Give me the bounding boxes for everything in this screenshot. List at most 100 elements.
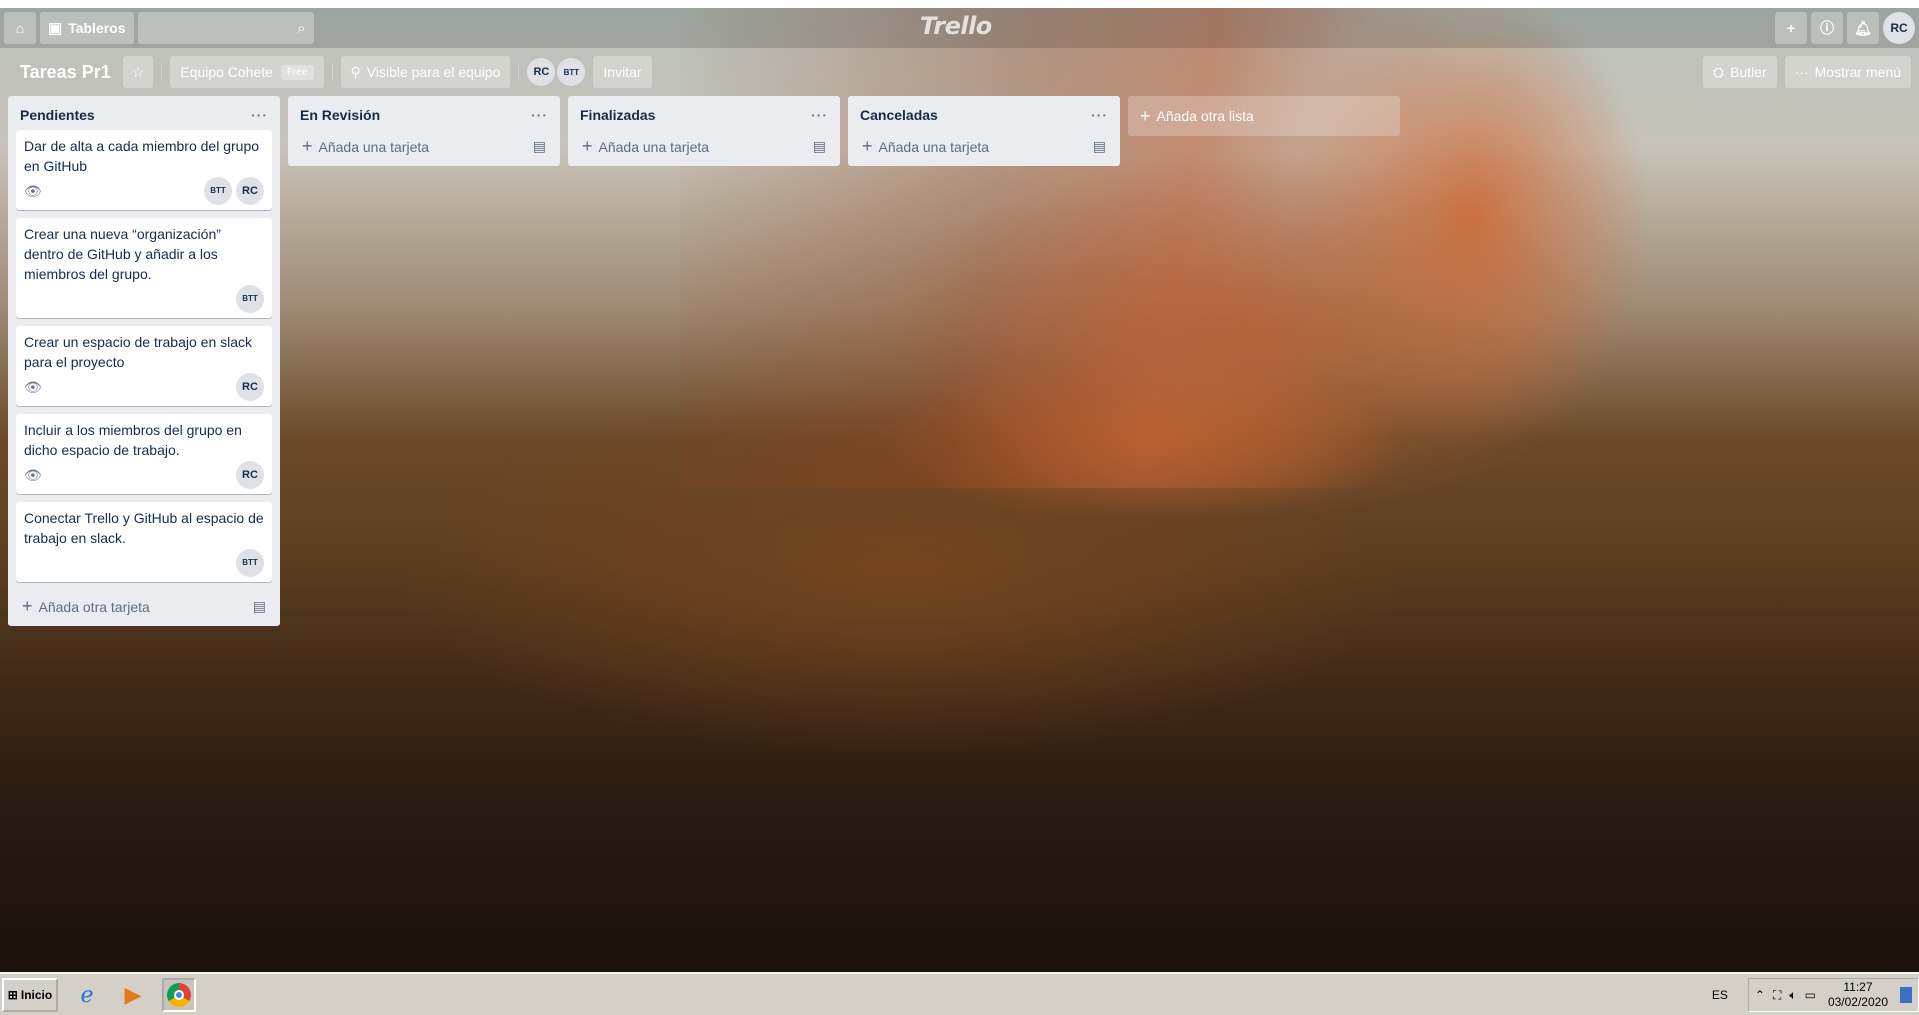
plus-icon: + (302, 135, 313, 156)
clock-time: 11:27 (1843, 980, 1873, 994)
star-icon: ☆ (131, 63, 145, 80)
add-card-button[interactable]: + Añada una tarjeta ▤ (576, 130, 832, 162)
start-label: Inicio (20, 987, 53, 1002)
card-template-icon[interactable]: ▤ (533, 138, 546, 155)
card-title: Crear un espacio de trabajo en slack par… (24, 334, 253, 370)
start-button[interactable]: ⊞ Inicio (2, 977, 58, 1012)
card-member-avatar[interactable]: RC (236, 461, 264, 489)
visibility-label: Visible para el equipo (366, 64, 501, 80)
plus-icon: + (1140, 105, 1151, 126)
os-taskbar: ⊞ Inicio ℯ ▶ ES ⌃ ⛶ 🔈︎ ▭ 11:27 03/02/202… (0, 972, 1919, 1015)
search-icon: ⌕ (297, 19, 306, 37)
home-icon: ⌂ (15, 20, 25, 36)
list-title[interactable]: En Revisión (300, 107, 380, 123)
list-menu-icon[interactable]: ··· (1091, 107, 1108, 123)
divider (331, 64, 333, 80)
add-card-label: Añada una tarjeta (878, 138, 990, 155)
watch-icon: 👁︎ (24, 467, 42, 483)
list-menu-icon[interactable]: ··· (531, 107, 548, 123)
list-finalizadas: Finalizadas ··· + Añada una tarjeta ▤ (568, 96, 840, 166)
add-card-button[interactable]: + Añada otra tarjeta ▤ (16, 590, 272, 622)
member-avatar-btt[interactable]: BTT (557, 58, 586, 86)
add-list-button[interactable]: + Añada otra lista (1128, 96, 1400, 136)
add-card-button[interactable]: + Añada una tarjeta ▤ (296, 130, 552, 162)
card[interactable]: Dar de alta a cada miembro del grupo en … (16, 130, 272, 210)
user-avatar[interactable]: RC (1883, 12, 1915, 44)
clock[interactable]: 11:27 03/02/2020 (1828, 980, 1888, 1010)
card-member-avatar[interactable]: BTT (236, 549, 264, 577)
card-title: Dar de alta a cada miembro del grupo en … (24, 138, 260, 174)
card[interactable]: Crear una nueva “organización” dentro de… (16, 218, 272, 318)
media-player-icon[interactable]: ▶ (116, 978, 150, 1012)
board-title[interactable]: Tareas Pr1 (20, 62, 111, 83)
window-top-edge (0, 0, 1919, 8)
search-input[interactable]: ⌕ (137, 12, 314, 44)
add-card-button[interactable]: + Añada una tarjeta ▤ (856, 130, 1112, 162)
board-lists: Pendientes ··· Dar de alta a cada miembr… (8, 96, 1400, 626)
system-tray: ES ⌃ ⛶ 🔈︎ ▭ 11:27 03/02/2020 (1712, 976, 1919, 1014)
team-label: Equipo Cohete (180, 64, 273, 80)
plus-icon: + (862, 135, 873, 156)
show-menu-label: Mostrar menú (1814, 64, 1901, 80)
card[interactable]: Incluir a los miembros del grupo en dich… (16, 414, 272, 494)
internet-explorer-icon[interactable]: ℯ (70, 978, 104, 1012)
watch-icon: 👁︎ (24, 379, 42, 395)
card[interactable]: Crear un espacio de trabajo en slack par… (16, 326, 272, 406)
card[interactable]: Conectar Trello y GitHub al espacio de t… (16, 502, 272, 582)
member-avatar-rc[interactable]: RC (527, 58, 556, 86)
visibility-button[interactable]: ⚲ Visible para el equipo (340, 56, 511, 88)
divider (161, 64, 163, 80)
add-card-label: Añada otra tarjeta (38, 598, 150, 615)
plan-badge: Free (280, 64, 314, 80)
plus-icon: + (1786, 20, 1796, 36)
add-card-label: Añada una tarjeta (318, 138, 430, 155)
info-button[interactable]: ⓘ (1811, 12, 1843, 44)
language-indicator[interactable]: ES (1712, 988, 1728, 1002)
plus-icon: + (22, 595, 33, 616)
trello-logo[interactable]: Trello (920, 12, 992, 40)
card-member-avatar[interactable]: RC (236, 177, 264, 205)
chrome-icon[interactable] (162, 977, 196, 1012)
list-title[interactable]: Finalizadas (580, 107, 655, 123)
list-canceladas: Canceladas ··· + Añada una tarjeta ▤ (848, 96, 1120, 166)
tray-expand-icon[interactable]: ⌃ (1755, 988, 1765, 1002)
butler-button[interactable]: ⛭ Butler (1702, 56, 1777, 88)
plus-icon: + (582, 135, 593, 156)
card-member-avatar[interactable]: BTT (204, 177, 232, 205)
butler-icon: ⛭ (1712, 63, 1725, 80)
invite-button[interactable]: Invitar (593, 56, 652, 88)
list-title[interactable]: Pendientes (20, 107, 95, 123)
display-icon[interactable]: ▭ (1805, 988, 1816, 1002)
list-title[interactable]: Canceladas (860, 107, 938, 123)
star-button[interactable]: ☆ (122, 56, 154, 88)
board-header: Tareas Pr1 ☆ Equipo Cohete Free ⚲ Visibl… (0, 52, 1919, 92)
create-button[interactable]: + (1775, 12, 1807, 44)
team-button[interactable]: Equipo Cohete Free (170, 56, 324, 88)
card-member-avatar[interactable]: BTT (236, 285, 264, 313)
info-icon: ⓘ (1820, 20, 1834, 36)
list-menu-icon[interactable]: ··· (251, 107, 268, 123)
volume-icon[interactable]: 🔈︎ (1789, 988, 1796, 1003)
card-template-icon[interactable]: ▤ (813, 138, 826, 155)
bell-icon: 🔔︎ (1854, 19, 1872, 36)
add-list-label: Añada otra lista (1156, 108, 1254, 124)
add-card-label: Añada una tarjeta (598, 138, 710, 155)
boards-label: Tableros (68, 20, 126, 36)
show-menu-button[interactable]: ··· Mostrar menú (1784, 56, 1911, 88)
card-member-avatar[interactable]: RC (236, 373, 264, 401)
network-icon[interactable]: ⛶ (1773, 988, 1781, 1003)
card-template-icon[interactable]: ▤ (253, 598, 266, 615)
notifications-button[interactable]: 🔔︎ (1847, 12, 1879, 44)
list-menu-icon[interactable]: ··· (811, 107, 828, 123)
card-template-icon[interactable]: ▤ (1093, 138, 1106, 155)
team-visibility-icon: ⚲ (350, 63, 361, 80)
windows-logo-icon: ⊞ (7, 987, 18, 1002)
clock-date: 03/02/2020 (1827, 995, 1888, 1009)
butler-label: Butler (1730, 64, 1767, 80)
watch-icon: 👁︎ (24, 183, 42, 199)
card-title: Crear una nueva “organización” dentro de… (24, 226, 221, 282)
divider (518, 64, 520, 80)
show-desktop-icon[interactable] (1900, 987, 1912, 1003)
boards-button[interactable]: ▣ Tableros (40, 12, 134, 44)
home-button[interactable]: ⌂ (4, 12, 36, 44)
